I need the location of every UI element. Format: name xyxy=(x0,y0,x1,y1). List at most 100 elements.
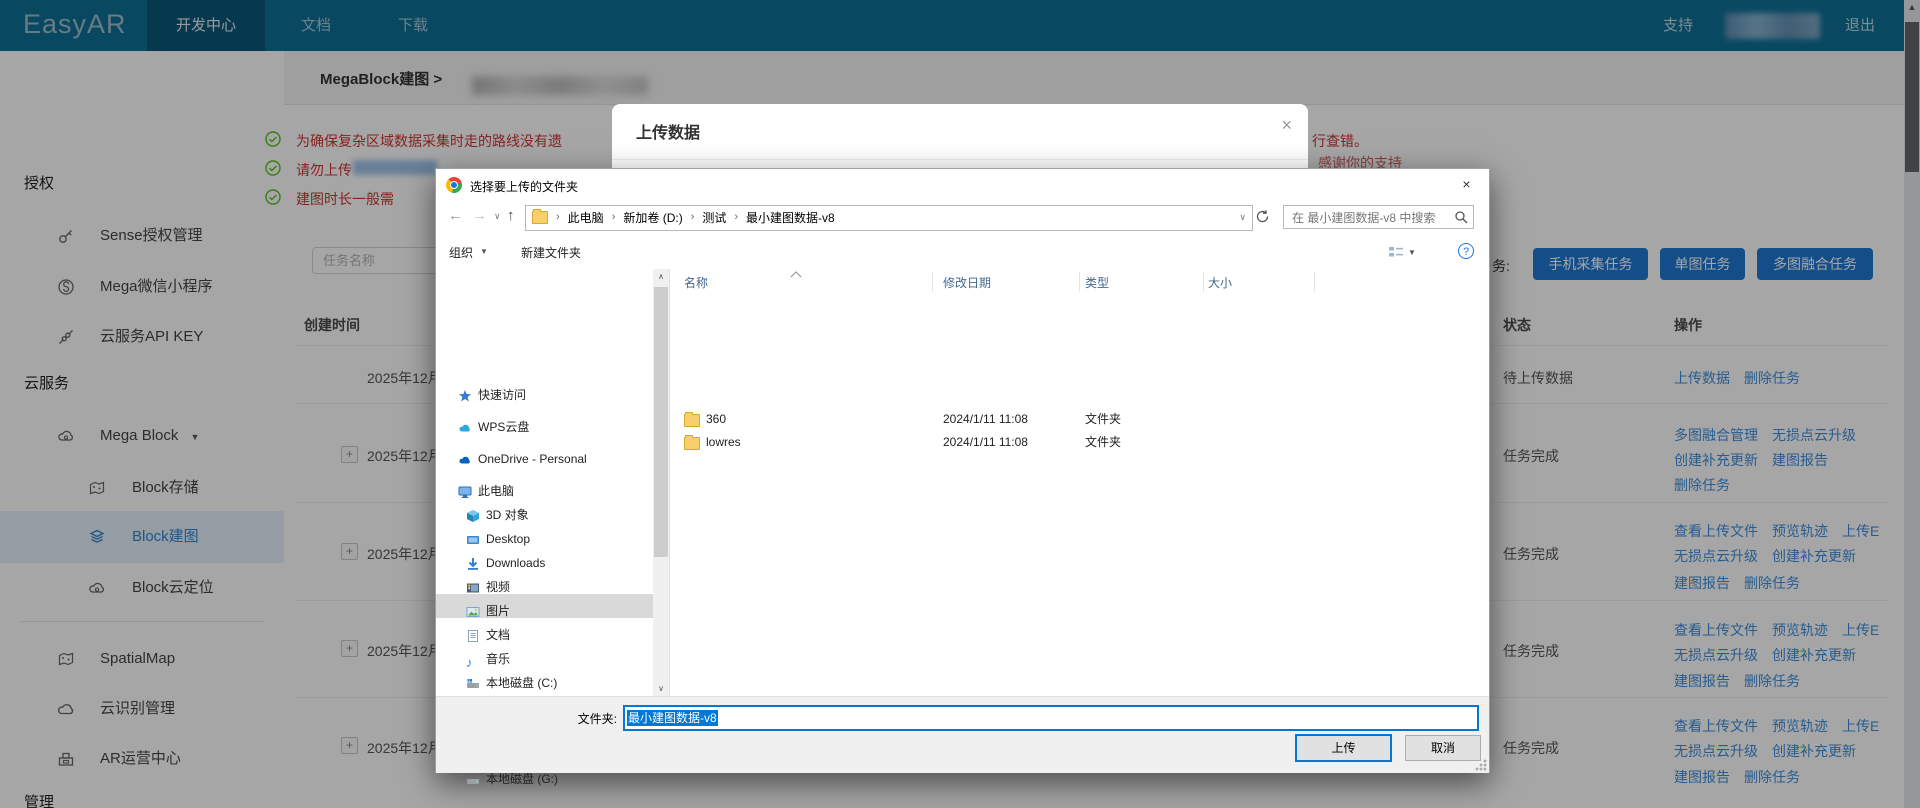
sort-caret-icon xyxy=(790,267,802,281)
tree-item-this-pc[interactable]: 此电脑 xyxy=(458,480,514,502)
address-dropdown-icon[interactable]: ∨ xyxy=(1239,206,1246,228)
disk-icon xyxy=(466,772,480,786)
desktop-icon xyxy=(466,532,480,546)
tree-item-pictures[interactable]: 图片 xyxy=(466,600,510,622)
tree-item-music[interactable]: ♪ 音乐 xyxy=(466,648,510,670)
tree-item-label: 3D 对象 xyxy=(486,508,529,522)
resize-grip[interactable] xyxy=(1475,759,1487,771)
address-bar[interactable]: › 此电脑 › 新加卷 (D:) › 测试 › 最小建图数据-v8 ∨ xyxy=(525,205,1253,231)
tree-item-label: Downloads xyxy=(486,556,546,570)
file-row-lowres[interactable]: lowres 2024/1/11 11:08 文件夹 xyxy=(436,431,1489,453)
document-icon xyxy=(466,628,480,642)
history-dropdown-icon[interactable]: ∨ xyxy=(494,211,501,222)
tree-item-label: 本地磁盘 (C:) xyxy=(486,676,558,690)
breadcrumb-separator: › xyxy=(690,211,695,223)
pane-divider xyxy=(669,269,670,696)
tree-item-label: 图片 xyxy=(486,604,511,618)
computer-icon xyxy=(458,484,472,498)
forward-arrow-icon[interactable]: → xyxy=(472,207,487,224)
tree-item-label: Desktop xyxy=(486,532,531,546)
tree-item-desktop[interactable]: Desktop xyxy=(466,528,530,550)
tree-item-quick-access[interactable]: 快速访问 xyxy=(458,384,526,406)
file-name: lowres xyxy=(706,435,741,449)
folder-name-input[interactable]: 最小建图数据-v8 xyxy=(623,705,1479,731)
file-row-360[interactable]: 360 2024/1/11 11:08 文件夹 xyxy=(436,408,1489,430)
tree-item-label: 本地磁盘 (G:) xyxy=(486,772,558,786)
scroll-down-icon[interactable]: ∨ xyxy=(653,684,669,693)
file-type: 文件夹 xyxy=(1085,412,1122,426)
addr-drive-d[interactable]: 新加卷 (D:) xyxy=(623,209,682,226)
column-separator[interactable] xyxy=(1079,272,1080,292)
addr-current-folder[interactable]: 最小建图数据-v8 xyxy=(746,209,835,226)
scroll-up-icon[interactable]: ∧ xyxy=(653,272,669,281)
cancel-button[interactable]: 取消 xyxy=(1405,735,1481,761)
cube-icon xyxy=(466,508,480,522)
breadcrumb-separator: › xyxy=(611,211,616,223)
dialog-body: 快速访问 WPS云盘 OneDrive - Personal 此电脑 3D 对象… xyxy=(436,267,1489,786)
folder-icon xyxy=(684,412,700,427)
tree-item-documents[interactable]: 文档 xyxy=(466,624,510,646)
tree-scrollbar[interactable]: ∧ ∨ xyxy=(653,269,669,696)
modal-title: 上传数据 xyxy=(636,125,701,142)
dialog-close-icon[interactable]: × xyxy=(1444,169,1489,199)
cloud-icon xyxy=(458,452,472,466)
col-header-name[interactable]: 名称 xyxy=(684,274,708,291)
selected-text: 最小建图数据-v8 xyxy=(627,710,718,726)
search-input[interactable]: 在 最小建图数据-v8 中搜索 xyxy=(1283,205,1474,229)
tree-item-drive-c[interactable]: 本地磁盘 (C:) xyxy=(466,672,557,694)
up-arrow-icon[interactable]: ↑ xyxy=(507,207,515,224)
column-separator[interactable] xyxy=(1314,272,1315,292)
screen: EasyAR 开发中心 文档 下载 支持 退出 授权 Sense授权管理 Meg… xyxy=(0,0,1920,808)
folder-icon xyxy=(532,208,548,224)
folder-icon xyxy=(684,435,700,450)
addr-this-pc[interactable]: 此电脑 xyxy=(568,209,604,226)
back-arrow-icon[interactable]: ← xyxy=(448,207,463,224)
file-name: 360 xyxy=(706,412,727,426)
view-dropdown-icon[interactable]: ▼ xyxy=(1408,248,1416,257)
upload-button[interactable]: 上传 xyxy=(1295,734,1392,762)
dialog-nav-row: ← → ∨ ↑ › 此电脑 › 新加卷 (D:) › 测试 › 最小建图数据-v… xyxy=(436,201,1489,236)
tree-item-downloads[interactable]: Downloads xyxy=(466,552,545,574)
folder-field-label: 文件夹: xyxy=(577,712,617,726)
tree-item-videos[interactable]: 视频 xyxy=(466,576,510,598)
os-disk-icon xyxy=(466,676,480,690)
refresh-icon[interactable] xyxy=(1255,209,1270,227)
help-icon[interactable]: ? xyxy=(1458,243,1474,259)
col-header-size[interactable]: 大小 xyxy=(1208,274,1232,291)
dialog-title: 选择要上传的文件夹 xyxy=(470,180,579,194)
search-icon xyxy=(1454,210,1468,227)
file-type: 文件夹 xyxy=(1085,435,1122,449)
file-date: 2024/1/11 11:08 xyxy=(943,412,1028,426)
dialog-titlebar[interactable]: 选择要上传的文件夹 × xyxy=(436,169,1489,201)
col-header-date[interactable]: 修改日期 xyxy=(943,274,991,291)
breadcrumb-separator: › xyxy=(734,211,739,223)
col-header-type[interactable]: 类型 xyxy=(1085,274,1109,291)
tree-item-3d-objects[interactable]: 3D 对象 xyxy=(466,504,529,526)
star-icon xyxy=(458,388,472,402)
breadcrumb-separator: › xyxy=(556,211,560,223)
dialog-footer: 文件夹: 最小建图数据-v8 上传 取消 xyxy=(436,696,1489,773)
film-icon xyxy=(466,580,480,594)
view-mode-icon[interactable] xyxy=(1388,245,1404,262)
new-folder-button[interactable]: 新建文件夹 xyxy=(521,244,581,261)
download-icon xyxy=(466,556,480,570)
music-icon: ♪ xyxy=(466,655,473,670)
column-separator[interactable] xyxy=(1203,272,1204,292)
tree-item-label: 音乐 xyxy=(486,652,511,666)
tree-item-label: OneDrive - Personal xyxy=(478,452,587,466)
tree-item-label: 文档 xyxy=(486,628,511,642)
tree-item-label: 视频 xyxy=(486,580,511,594)
modal-header-divider xyxy=(612,159,1308,160)
addr-test-folder[interactable]: 测试 xyxy=(702,209,726,226)
organize-menu[interactable]: 组织 xyxy=(449,244,473,261)
close-icon[interactable]: × xyxy=(1281,115,1292,136)
tree-item-label: 此电脑 xyxy=(478,484,515,498)
dialog-toolbar: 组织 ▼ 新建文件夹 ▼ ? xyxy=(436,236,1489,270)
column-separator[interactable] xyxy=(932,272,933,292)
picture-icon xyxy=(466,604,480,618)
file-date: 2024/1/11 11:08 xyxy=(943,435,1028,449)
organize-dropdown-icon[interactable]: ▼ xyxy=(480,247,488,256)
file-picker-dialog: 选择要上传的文件夹 × ← → ∨ ↑ › 此电脑 › 新加卷 (D:) › 测… xyxy=(435,168,1490,786)
tree-item-label: 快速访问 xyxy=(478,388,527,402)
chrome-icon xyxy=(446,177,462,193)
